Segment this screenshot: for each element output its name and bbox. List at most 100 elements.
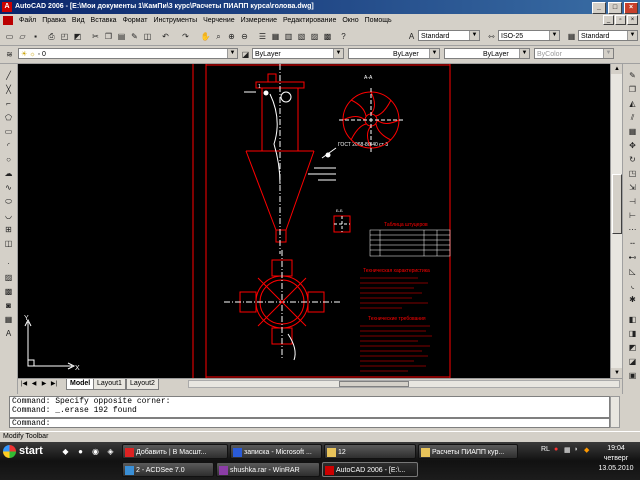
tool-palettes-icon[interactable]: ▥ <box>283 31 294 42</box>
network-icon[interactable]: ▦ <box>564 446 571 454</box>
start-button[interactable]: start <box>0 442 54 461</box>
close-button[interactable]: × <box>624 2 638 14</box>
markup-icon[interactable]: ▨ <box>309 31 320 42</box>
task-button-active[interactable]: AutoCAD 2006 - [E:\... <box>322 462 418 477</box>
minimize-button[interactable]: _ <box>592 2 606 14</box>
doc-restore-button[interactable]: ▫ <box>615 15 626 25</box>
sheet-set-icon[interactable]: ▧ <box>296 31 307 42</box>
redo-icon[interactable]: ↷ <box>180 31 191 42</box>
circle-icon[interactable]: ○ <box>3 154 14 165</box>
point-icon[interactable]: · <box>3 258 14 269</box>
task-button[interactable]: Добавить | В Масшт... <box>122 444 228 459</box>
layer-manager-icon[interactable]: ≋ <box>4 49 15 60</box>
dim-style-select[interactable]: ISO-25 ▼ <box>498 30 560 41</box>
copy-icon[interactable]: ❐ <box>103 31 114 42</box>
task-button[interactable]: записка - Microsoft ... <box>230 444 322 459</box>
rectangle-icon[interactable]: ▭ <box>3 126 14 137</box>
next-tab-icon[interactable]: ▶ <box>40 380 48 388</box>
scroll-thumb[interactable] <box>612 174 622 234</box>
pan-icon[interactable]: ✋ <box>200 31 211 42</box>
scale-icon[interactable]: ◳ <box>627 168 638 179</box>
break-icon[interactable]: ╌ <box>627 238 638 249</box>
menu-view[interactable]: Вид <box>69 14 88 27</box>
zoom-realtime-icon[interactable]: ⌕ <box>213 31 224 42</box>
menu-format[interactable]: Формат <box>120 14 151 27</box>
properties-icon[interactable]: ☰ <box>257 31 268 42</box>
bring-front-icon[interactable]: ◨ <box>627 328 638 339</box>
hscroll-thumb[interactable] <box>339 381 409 387</box>
language-indicator[interactable]: RL <box>541 446 550 453</box>
menu-file[interactable]: Файл <box>16 14 39 27</box>
revision-cloud-icon[interactable]: ☁ <box>3 168 14 179</box>
prev-tab-icon[interactable]: ◀ <box>30 380 38 388</box>
menu-window[interactable]: Окно <box>339 14 361 27</box>
table-style-select[interactable]: Standard ▼ <box>578 30 638 41</box>
array-icon[interactable]: ▦ <box>627 126 638 137</box>
new-icon[interactable]: ▭ <box>4 31 15 42</box>
menu-tools[interactable]: Инструменты <box>150 14 200 27</box>
polygon-icon[interactable]: ⬠ <box>3 112 14 123</box>
offset-icon[interactable]: ⫽ <box>627 112 638 123</box>
region-icon[interactable]: ◙ <box>3 300 14 311</box>
spline-icon[interactable]: ∿ <box>3 182 14 193</box>
text-style-select[interactable]: Standard ▼ <box>418 30 480 41</box>
cut-icon[interactable]: ✂ <box>90 31 101 42</box>
horizontal-scrollbar[interactable] <box>188 380 620 388</box>
layer-select[interactable]: ☀ ☼ ▫ 0 ▼ <box>18 48 238 59</box>
hatch-back-icon[interactable]: ▣ <box>627 370 638 381</box>
quicklaunch-icon[interactable]: ◉ <box>90 446 101 457</box>
maximize-button[interactable]: □ <box>608 2 622 14</box>
task-button[interactable]: Расчеты ПИАПП кур... <box>418 444 518 459</box>
drawing-canvas[interactable]: 1 ГОСТ 2068-80-40 ст 3 А-А Б-Б Таблица ш… <box>18 64 610 378</box>
copy-object-icon[interactable]: ❐ <box>627 84 638 95</box>
menu-modify[interactable]: Редактирование <box>280 14 339 27</box>
menu-dimension[interactable]: Измерение <box>238 14 280 27</box>
make-block-icon[interactable]: ◫ <box>3 238 14 249</box>
line-icon[interactable]: ╱ <box>3 70 14 81</box>
polyline-icon[interactable]: ⌐ <box>3 98 14 109</box>
undo-icon[interactable]: ↶ <box>160 31 171 42</box>
join-icon[interactable]: ⊷ <box>627 252 638 263</box>
make-current-layer-icon[interactable]: ◪ <box>240 49 251 60</box>
task-button[interactable]: shushka.rar - WinRAR <box>216 462 320 477</box>
save-icon[interactable]: ▪ <box>30 31 41 42</box>
text-front-icon[interactable]: ◪ <box>627 356 638 367</box>
match-properties-icon[interactable]: ✎ <box>129 31 140 42</box>
mtext-icon[interactable]: A <box>3 328 14 339</box>
autocad-icon[interactable]: A <box>2 2 12 12</box>
move-icon[interactable]: ✥ <box>627 140 638 151</box>
chamfer-icon[interactable]: ◺ <box>627 266 638 277</box>
color-select[interactable]: ByLayer ▼ <box>252 48 344 59</box>
task-button[interactable]: 2 - ACDSee 7.0 <box>122 462 214 477</box>
paste-icon[interactable]: ▤ <box>116 31 127 42</box>
doc-close-button[interactable]: × <box>627 15 638 25</box>
volume-icon[interactable]: ◗ <box>574 446 578 453</box>
ellipse-arc-icon[interactable]: ◡ <box>3 210 14 221</box>
quicklaunch-icon[interactable]: ● <box>75 446 86 457</box>
erase-icon[interactable]: ✎ <box>627 70 638 81</box>
menu-draw[interactable]: Черчение <box>200 14 238 27</box>
hatch-icon[interactable]: ▨ <box>3 272 14 283</box>
design-center-icon[interactable]: ▦ <box>270 31 281 42</box>
explode-icon[interactable]: ✱ <box>627 294 638 305</box>
plot-style-select[interactable]: ByColor ▼ <box>534 48 614 59</box>
command-scrollbar[interactable] <box>610 396 620 428</box>
block-editor-icon[interactable]: ◫ <box>142 31 153 42</box>
trim-icon[interactable]: ⊣ <box>627 196 638 207</box>
draw-order-icon[interactable]: ◧ <box>627 314 638 325</box>
menu-edit[interactable]: Правка <box>39 14 69 27</box>
break-at-point-icon[interactable]: ⋯ <box>627 224 638 235</box>
mirror-icon[interactable]: ◭ <box>627 98 638 109</box>
zoom-window-icon[interactable]: ⊕ <box>226 31 237 42</box>
plot-preview-icon[interactable]: ◰ <box>59 31 70 42</box>
plot-icon[interactable]: ⎙ <box>46 31 57 42</box>
command-input[interactable]: Command: <box>9 418 610 428</box>
stretch-icon[interactable]: ⇲ <box>627 182 638 193</box>
quicklaunch-icon[interactable]: ◆ <box>60 446 71 457</box>
send-back-icon[interactable]: ◩ <box>627 342 638 353</box>
doc-minimize-button[interactable]: _ <box>603 15 614 25</box>
menu-insert[interactable]: Вставка <box>88 14 120 27</box>
rotate-icon[interactable]: ↻ <box>627 154 638 165</box>
extend-icon[interactable]: ⊢ <box>627 210 638 221</box>
zoom-previous-icon[interactable]: ⊖ <box>239 31 250 42</box>
